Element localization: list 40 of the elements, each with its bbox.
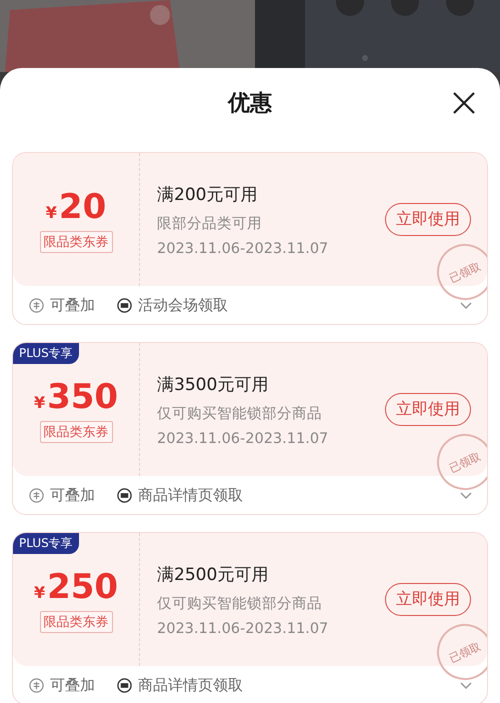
coupon-type-tag: 限品类东券 [40,610,112,632]
use-now-button[interactable]: 立即使用 [385,393,471,426]
coupon-amount: 350 [47,376,118,416]
chevron-down-icon [459,680,473,690]
ticket-icon [117,488,132,502]
validity-dates: 2023.11.06-2023.11.07 [157,240,328,256]
coupon-type-tag: 限品类东券 [40,230,112,252]
currency-sign: ¥ [34,582,46,602]
coupon-amount: 250 [47,566,118,606]
coupon-condition: 满3500元可用 [157,374,268,396]
stackable-label: 可叠加 [50,486,95,504]
use-now-button[interactable]: 立即使用 [385,203,471,236]
claim-source: 商品详情页领取 [138,676,243,694]
chevron-down-icon [459,490,473,500]
ticket-icon [117,298,132,312]
plus-badge: PLUS专享 [13,533,79,554]
coupon-scope: 仅可购买智能锁部分商品 [157,404,322,422]
coupon-type-tag: 限品类东券 [40,420,112,442]
coupon-condition: 满200元可用 [157,184,258,206]
sheet-title: 优惠 [228,90,272,118]
plus-badge: PLUS专享 [13,343,79,364]
validity-dates: 2023.11.06-2023.11.07 [157,430,328,446]
coupon-scope: 仅可购买智能锁部分商品 [157,594,322,612]
coupon-condition: 满2500元可用 [157,564,268,586]
stack-icon [29,298,44,312]
validity-dates: 2023.11.06-2023.11.07 [157,620,328,636]
stackable-label: 可叠加 [50,676,95,694]
claim-source: 活动会场领取 [138,296,228,314]
close-icon[interactable] [452,91,476,115]
stack-icon [29,678,44,692]
currency-sign: ¥ [34,392,46,412]
chevron-down-icon [459,300,473,310]
claim-source: 商品详情页领取 [138,486,243,504]
coupon-scope: 限部分品类可用 [157,214,262,232]
use-now-button[interactable]: 立即使用 [385,583,471,616]
coupon-amount: 20 [58,186,106,226]
currency-sign: ¥ [46,202,57,222]
stack-icon [29,488,44,502]
ticket-icon [117,678,132,692]
stackable-label: 可叠加 [50,296,95,314]
